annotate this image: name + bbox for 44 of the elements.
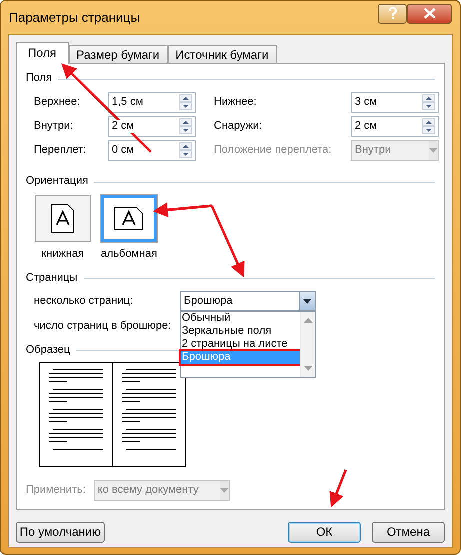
ok-button[interactable]: ОК [288, 522, 361, 543]
dropdown-option[interactable]: Обычный [181, 312, 300, 326]
field-label: Верхнее: [34, 94, 82, 110]
dropdown-option[interactable]: 2 страницы на листе [181, 338, 300, 352]
field-label: Снаружи: [214, 118, 264, 134]
spin-field[interactable]: 1,5 см [108, 92, 196, 113]
field-label: Применить: [26, 484, 86, 498]
spin-field[interactable]: 2 см [351, 116, 439, 137]
close-icon [424, 8, 436, 19]
section-heading: Образец [26, 344, 70, 357]
reset-defaults-button[interactable]: По умолчанию [16, 522, 105, 543]
tab[interactable]: Размер бумаги [68, 45, 168, 64]
section-heading: Поля [26, 72, 52, 86]
spinner-arrows-icon[interactable] [179, 117, 195, 136]
close-button[interactable] [407, 4, 452, 24]
dropdown-option[interactable]: Зеркальные поля [181, 325, 300, 338]
option-label: книжная [42, 248, 84, 262]
field-label: Переплет: [34, 142, 88, 158]
tab[interactable]: Источник бумаги [168, 45, 277, 64]
spin-field[interactable]: 2 см [108, 116, 196, 137]
spin-field[interactable]: 0 см [108, 140, 196, 161]
spinner-arrows-icon[interactable] [179, 141, 195, 160]
field-label: Положение переплета: [214, 142, 333, 158]
spinner-arrows-icon[interactable] [179, 93, 195, 112]
page-letter-icon [114, 206, 144, 230]
spinner-arrows-icon[interactable] [422, 117, 438, 136]
option-label: альбомная [101, 248, 158, 262]
help-icon [388, 7, 398, 20]
annotation-arrow [330, 470, 348, 508]
tab[interactable]: Поля [16, 42, 69, 64]
section-heading: Ориентация [26, 175, 88, 189]
field-label: число страниц в брошюре: [34, 320, 172, 334]
landscape-option[interactable] [101, 195, 158, 242]
field-label: Внутри: [34, 118, 74, 134]
spinner-arrows-icon[interactable] [422, 93, 438, 112]
page-letter-icon [51, 204, 75, 234]
field-label: Нижнее: [214, 94, 258, 110]
section-heading: Страницы [26, 272, 78, 285]
window-title: Параметры страницы [9, 10, 142, 26]
field-label: несколько страниц: [34, 294, 134, 308]
spin-field[interactable]: 3 см [351, 92, 439, 113]
help-button[interactable] [378, 4, 407, 24]
cancel-button[interactable]: Отмена [372, 522, 445, 543]
portrait-option[interactable] [35, 195, 91, 242]
